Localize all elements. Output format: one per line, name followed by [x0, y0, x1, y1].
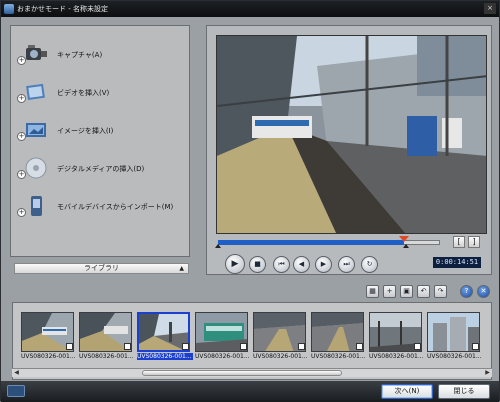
storyboard-view-icon[interactable]: ▦	[366, 285, 379, 298]
clip-thumbnail[interactable]: UVS080326-001...	[311, 312, 366, 363]
scroll-right-icon[interactable]: ▶	[483, 369, 492, 377]
stop-button[interactable]: ■	[249, 256, 266, 273]
clip-thumbnail[interactable]: UVS080326-001...	[369, 312, 424, 363]
close-tool-icon[interactable]: ✕	[477, 285, 490, 298]
app-window: おまかせモード - 名称未設定 × + キャプチャ(A) + ビデオを挿入(V)	[0, 0, 500, 402]
video-preview	[216, 35, 487, 234]
clip-badge-icon	[414, 343, 421, 350]
add-icon: +	[17, 170, 26, 179]
clip-caption: UVS080326-001...	[253, 353, 308, 360]
disc-media-icon	[25, 157, 47, 179]
clip-badge-icon	[124, 343, 131, 350]
mark-in-button[interactable]: [	[453, 236, 465, 248]
add-clip-icon[interactable]: +	[383, 285, 396, 298]
clip-caption: UVS080326-001...	[195, 353, 250, 360]
undo-icon[interactable]: ↶	[417, 285, 430, 298]
window-title: おまかせモード - 名称未設定	[17, 5, 108, 13]
title-bar: おまかせモード - 名称未設定 ×	[1, 1, 499, 17]
clip-thumbnail[interactable]: UVS080326-001...	[253, 312, 308, 363]
go-to-start-button[interactable]: ⏮	[273, 256, 290, 273]
next-frame-button[interactable]: ▶	[315, 256, 332, 273]
clip-caption: UVS080326-001...	[79, 353, 134, 360]
scrub-progress	[218, 240, 404, 245]
insert-digital-media-menu-item[interactable]: + デジタルメディアの挿入(D)	[17, 154, 187, 184]
capture-label: キャプチャ(A)	[57, 51, 103, 59]
go-to-end-button[interactable]: ⏭	[338, 256, 355, 273]
filmstrip-scrollbar[interactable]: ◀ ▶	[12, 368, 492, 377]
clip-badge-icon	[356, 343, 363, 350]
chevron-up-icon: ▲	[179, 265, 184, 272]
clip-badge-icon	[66, 343, 73, 350]
window-close-icon[interactable]: ×	[484, 3, 496, 14]
mobile-device-icon	[31, 196, 42, 216]
clip-caption: UVS080326-001...	[427, 353, 482, 360]
import-mobile-menu-item[interactable]: + モバイルデバイスからインポート(M)	[17, 192, 187, 222]
insert-image-menu-item[interactable]: + イメージを挿入(I)	[17, 116, 187, 146]
trim-end-marker[interactable]	[403, 244, 409, 248]
clip-thumbnail[interactable]: UVS080326-001...	[79, 312, 134, 363]
scrub-handle[interactable]	[399, 236, 409, 242]
library-toggle[interactable]: ライブラリ ▲	[14, 263, 189, 274]
preview-frame-image	[217, 36, 486, 233]
insert-video-label: ビデオを挿入(V)	[57, 89, 110, 97]
add-icon: +	[17, 208, 26, 217]
capture-panel: + キャプチャ(A) + ビデオを挿入(V) + イメージを挿入(I) + デジ…	[10, 25, 190, 257]
insert-image-icon	[26, 123, 46, 137]
clip-thumbnail[interactable]: UVS080326-001...	[427, 312, 482, 363]
capture-menu-item[interactable]: + キャプチャ(A)	[17, 40, 187, 70]
trim-start-marker[interactable]	[215, 244, 221, 248]
camcorder-icon	[26, 45, 47, 60]
insert-video-menu-item[interactable]: + ビデオを挿入(V)	[17, 78, 187, 108]
mode-switch-icon[interactable]	[7, 385, 25, 397]
close-button[interactable]: 閉じる	[438, 384, 490, 399]
clip-caption: UVS080326-001...	[137, 353, 193, 360]
repeat-button[interactable]: ↻	[361, 256, 378, 273]
clip-thumbnail[interactable]: UVS080326-001...	[195, 312, 250, 363]
clip-caption: UVS080326-001...	[369, 353, 424, 360]
image-tool-icon[interactable]: ▣	[400, 285, 413, 298]
insert-image-label: イメージを挿入(I)	[57, 127, 114, 135]
redo-icon[interactable]: ↷	[434, 285, 447, 298]
insert-digital-media-label: デジタルメディアの挿入(D)	[57, 165, 145, 173]
library-label: ライブラリ	[84, 264, 119, 272]
previous-frame-button[interactable]: ◀	[293, 256, 310, 273]
mark-out-button[interactable]: ]	[468, 236, 480, 248]
clip-thumbnail[interactable]: UVS080326-001...	[21, 312, 76, 363]
next-button[interactable]: 次へ(N)	[381, 384, 433, 399]
app-icon	[4, 4, 14, 14]
clip-thumbnail[interactable]: UVS080326-001...	[137, 312, 193, 363]
help-icon[interactable]: ?	[460, 285, 473, 298]
clip-caption: UVS080326-001...	[311, 353, 366, 360]
import-mobile-label: モバイルデバイスからインポート(M)	[57, 203, 174, 211]
clip-badge-icon	[240, 343, 247, 350]
play-button[interactable]: ▶	[225, 254, 245, 274]
clip-caption: UVS080326-001...	[21, 353, 76, 360]
add-icon: +	[17, 94, 26, 103]
timecode-display: 0:00:14:51	[433, 257, 481, 268]
scroll-left-icon[interactable]: ◀	[12, 369, 21, 377]
insert-video-icon	[26, 83, 45, 101]
add-icon: +	[17, 132, 26, 141]
clip-badge-icon	[182, 343, 189, 350]
add-icon: +	[17, 56, 26, 65]
clip-badge-icon	[298, 343, 305, 350]
clip-badge-icon	[472, 343, 479, 350]
scrollbar-thumb[interactable]	[142, 370, 342, 376]
